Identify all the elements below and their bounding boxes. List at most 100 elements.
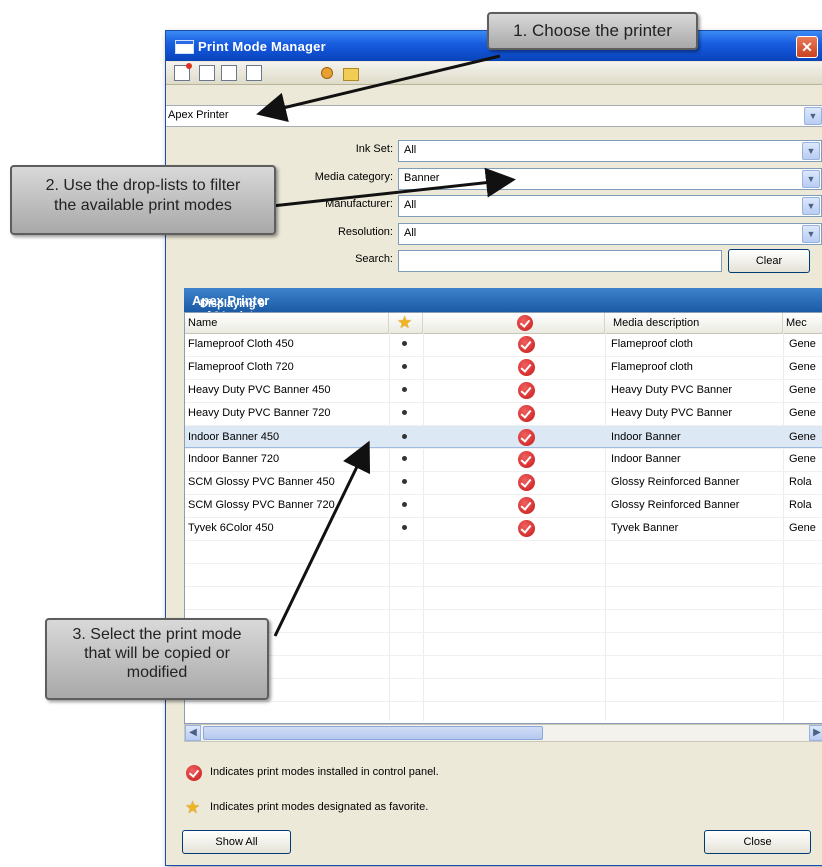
chevron-down-icon[interactable]: ▼	[802, 225, 820, 243]
print-mode-manager-window: Print Mode Manager ✕ Apex Printer ▼ Ink …	[165, 30, 822, 866]
printer-dropdown-value: Apex Printer	[168, 109, 229, 121]
table-header: Name ★ Media description Mec	[185, 313, 822, 334]
banner-printer-name: Apex Printer	[192, 293, 270, 308]
new-document-icon[interactable]	[174, 63, 192, 81]
properties-icon[interactable]	[246, 65, 262, 81]
column-header-manufacturer[interactable]: Mec	[783, 313, 822, 333]
installed-check-icon	[518, 474, 535, 491]
media-description-header-label: Media description	[613, 317, 700, 329]
table-row[interactable]: Indoor Banner 720 Indoor Banner Gene	[185, 448, 822, 471]
installed-check-icon	[518, 336, 535, 353]
close-window-button[interactable]: ✕	[796, 36, 818, 58]
media-category-value: Banner	[404, 172, 440, 184]
horizontal-scrollbar[interactable]: ◀ ▶	[184, 724, 822, 742]
row-media-description: Indoor Banner	[611, 431, 681, 443]
media-category-dropdown[interactable]: Banner ▼	[398, 168, 822, 190]
table-row[interactable]: Flameproof Cloth 450 Flameproof cloth Gene	[185, 333, 822, 356]
toolbar	[166, 62, 822, 85]
key-icon[interactable]	[321, 67, 333, 79]
row-manufacturer: Gene	[789, 384, 816, 396]
installed-check-icon	[518, 359, 535, 376]
favorite-dot-icon[interactable]	[402, 479, 407, 484]
column-header-favorite[interactable]: ★	[389, 313, 423, 333]
favorite-dot-icon[interactable]	[402, 387, 407, 392]
resolution-value: All	[404, 227, 417, 239]
row-media-description: Flameproof cloth	[611, 361, 693, 373]
search-input[interactable]	[398, 250, 722, 272]
row-media-description: Heavy Duty PVC Banner	[611, 407, 733, 419]
scrollbar-thumb[interactable]	[203, 726, 543, 740]
callout-step-2: 2. Use the drop-lists to filter the avai…	[10, 165, 276, 235]
callout-step-3-line1: 3. Select the print mode	[72, 626, 242, 643]
chevron-down-icon[interactable]: ▼	[802, 170, 820, 188]
favorite-dot-icon[interactable]	[402, 434, 407, 439]
callout-step-3-line3: modified	[126, 664, 188, 681]
search-label: Search:	[355, 253, 393, 265]
callout-step-2-line1: 2. Use the drop-lists to filter	[45, 177, 241, 194]
callout-step-2-line2: the available print modes	[54, 197, 232, 214]
favorite-star-icon: ★	[185, 798, 201, 817]
favorite-dot-icon[interactable]	[402, 525, 407, 530]
chevron-down-icon[interactable]: ▼	[804, 107, 822, 125]
scroll-left-icon[interactable]: ◀	[185, 725, 201, 741]
table-row[interactable]: SCM Glossy PVC Banner 450 Glossy Reinforc…	[185, 471, 822, 494]
scroll-right-icon[interactable]: ▶	[809, 725, 822, 741]
resolution-dropdown[interactable]: All ▼	[398, 223, 822, 245]
document-icon[interactable]	[199, 65, 215, 81]
row-name: Heavy Duty PVC Banner 450	[188, 384, 331, 396]
close-button[interactable]: Close	[704, 830, 811, 854]
row-manufacturer: Rola	[789, 499, 812, 511]
folder-icon[interactable]	[343, 68, 359, 81]
star-icon: ★	[397, 313, 413, 332]
installed-check-icon	[518, 382, 535, 399]
row-manufacturer: Gene	[789, 338, 816, 350]
show-all-button[interactable]: Show All	[182, 830, 291, 854]
favorite-dot-icon[interactable]	[402, 364, 407, 369]
print-modes-table: Name ★ Media description Mec Flameproof …	[184, 312, 822, 724]
callout-step-3-line2: that will be copied or	[84, 645, 230, 662]
row-media-description: Heavy Duty PVC Banner	[611, 384, 733, 396]
favorite-legend-text: Indicates print modes designated as favo…	[210, 801, 429, 813]
favorite-dot-icon[interactable]	[402, 502, 407, 507]
clear-button[interactable]: Clear	[728, 249, 810, 273]
manufacturer-dropdown[interactable]: All ▼	[398, 195, 822, 217]
table-row[interactable]: SCM Glossy PVC Banner 720 Glossy Reinforc…	[185, 494, 822, 517]
copy-icon[interactable]	[221, 65, 237, 81]
column-header-media-description[interactable]: Media description	[605, 313, 783, 333]
column-header-installed[interactable]	[423, 313, 605, 333]
row-manufacturer: Gene	[789, 453, 816, 465]
row-name: Indoor Banner 450	[188, 431, 280, 443]
row-name: Flameproof Cloth 720	[188, 361, 294, 373]
chevron-down-icon[interactable]: ▼	[802, 197, 820, 215]
row-name: SCM Glossy PVC Banner 720	[188, 499, 335, 511]
table-row[interactable]: Heavy Duty PVC Banner 720 Heavy Duty PVC …	[185, 402, 822, 425]
row-name: SCM Glossy PVC Banner 450	[188, 476, 335, 488]
window-title: Print Mode Manager	[198, 39, 326, 54]
favorite-dot-icon[interactable]	[402, 456, 407, 461]
table-row[interactable]: Heavy Duty PVC Banner 450 Heavy Duty PVC …	[185, 379, 822, 402]
chevron-down-icon[interactable]: ▼	[802, 142, 820, 160]
table-row[interactable]: Indoor Banner 450 Indoor Banner Gene	[185, 425, 822, 448]
favorite-dot-icon[interactable]	[402, 410, 407, 415]
installed-check-icon	[518, 429, 535, 446]
column-header-name[interactable]: Name	[185, 313, 389, 333]
table-row[interactable]: Tyvek 6Color 450 Tyvek Banner Gene	[185, 517, 822, 540]
installed-check-icon	[186, 765, 202, 781]
table-row[interactable]: Flameproof Cloth 720 Flameproof cloth Gene	[185, 356, 822, 379]
printer-dropdown[interactable]: Apex Printer ▼	[166, 105, 822, 127]
row-media-description: Flameproof cloth	[611, 338, 693, 350]
row-manufacturer: Gene	[789, 522, 816, 534]
results-banner: Displaying 9 of 24 print modes for the p…	[184, 288, 822, 346]
installed-check-icon	[518, 520, 535, 537]
window-icon	[175, 40, 194, 54]
ink-set-dropdown[interactable]: All ▼	[398, 140, 822, 162]
ink-set-value: All	[404, 144, 417, 156]
row-media-description: Glossy Reinforced Banner	[611, 499, 740, 511]
favorite-dot-icon[interactable]	[402, 341, 407, 346]
row-name: Tyvek 6Color 450	[188, 522, 274, 534]
row-name: Flameproof Cloth 450	[188, 338, 294, 350]
manufacturer-value: All	[404, 199, 417, 211]
row-media-description: Indoor Banner	[611, 453, 681, 465]
check-icon	[517, 315, 533, 331]
ink-set-label: Ink Set:	[355, 143, 393, 155]
